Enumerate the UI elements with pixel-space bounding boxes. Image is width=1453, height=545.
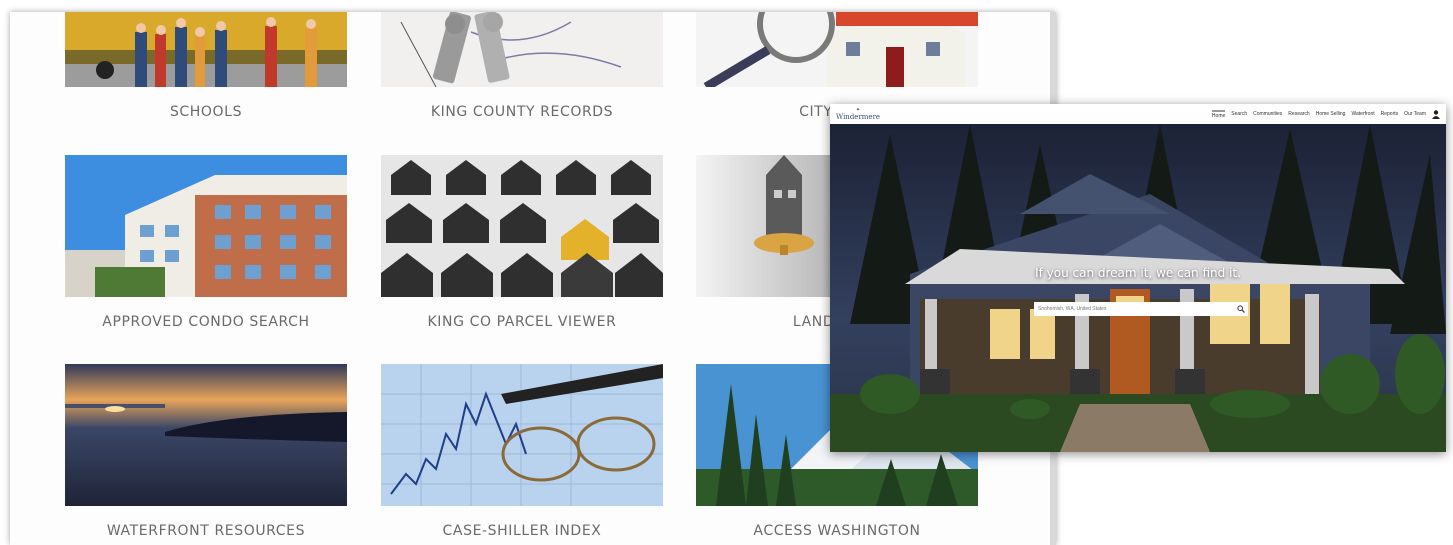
tile-case-shiller-image[interactable] (381, 364, 663, 506)
tile-condo-search-image[interactable] (65, 155, 347, 297)
location-search-input[interactable] (1034, 305, 1234, 313)
user-icon[interactable] (1432, 109, 1440, 119)
hero-tagline: If you can dream it, we can find it. (1035, 266, 1241, 280)
tile-king-county-records-image[interactable] (381, 12, 663, 87)
nav-item-our-team[interactable]: Our Team (1404, 111, 1426, 117)
tile-label[interactable]: WATERFRONT RESOURCES (65, 523, 347, 539)
tile-label[interactable]: CASE-SHILLER INDEX (381, 523, 663, 539)
top-navigation-bar: ✦ Windermere Home Search Communities Res… (830, 104, 1446, 125)
tile-label[interactable]: SCHOOLS (65, 104, 347, 120)
main-nav: Home Search Communities Research Home Se… (1211, 109, 1446, 119)
nav-item-waterfront[interactable]: Waterfront (1351, 111, 1374, 117)
nav-item-reports[interactable]: Reports (1381, 111, 1399, 117)
tile-label[interactable]: KING COUNTY RECORDS (381, 104, 663, 120)
nav-item-home[interactable]: Home (1211, 109, 1226, 119)
tile-waterfront-image[interactable] (65, 364, 347, 506)
hero-search-bar (1034, 302, 1248, 316)
tile-label[interactable]: KING CO PARCEL VIEWER (381, 314, 663, 330)
brand-logo[interactable]: ✦ Windermere (836, 107, 880, 121)
nav-item-communities[interactable]: Communities (1253, 111, 1282, 117)
homepage-screenshot: ✦ Windermere Home Search Communities Res… (830, 104, 1446, 452)
nav-item-search[interactable]: Search (1231, 111, 1247, 117)
nav-item-research[interactable]: Research (1288, 111, 1309, 117)
hero-house-photo (830, 124, 1446, 452)
tile-parcel-viewer-image[interactable] (381, 155, 663, 297)
search-icon[interactable] (1234, 302, 1248, 316)
tile-label[interactable]: ACCESS WASHINGTON (696, 523, 978, 539)
tile-schools-image[interactable] (65, 12, 347, 87)
tile-city-data-image[interactable] (696, 12, 978, 87)
tile-label[interactable]: APPROVED CONDO SEARCH (65, 314, 347, 330)
nav-item-home-selling[interactable]: Home Selling (1316, 111, 1346, 117)
